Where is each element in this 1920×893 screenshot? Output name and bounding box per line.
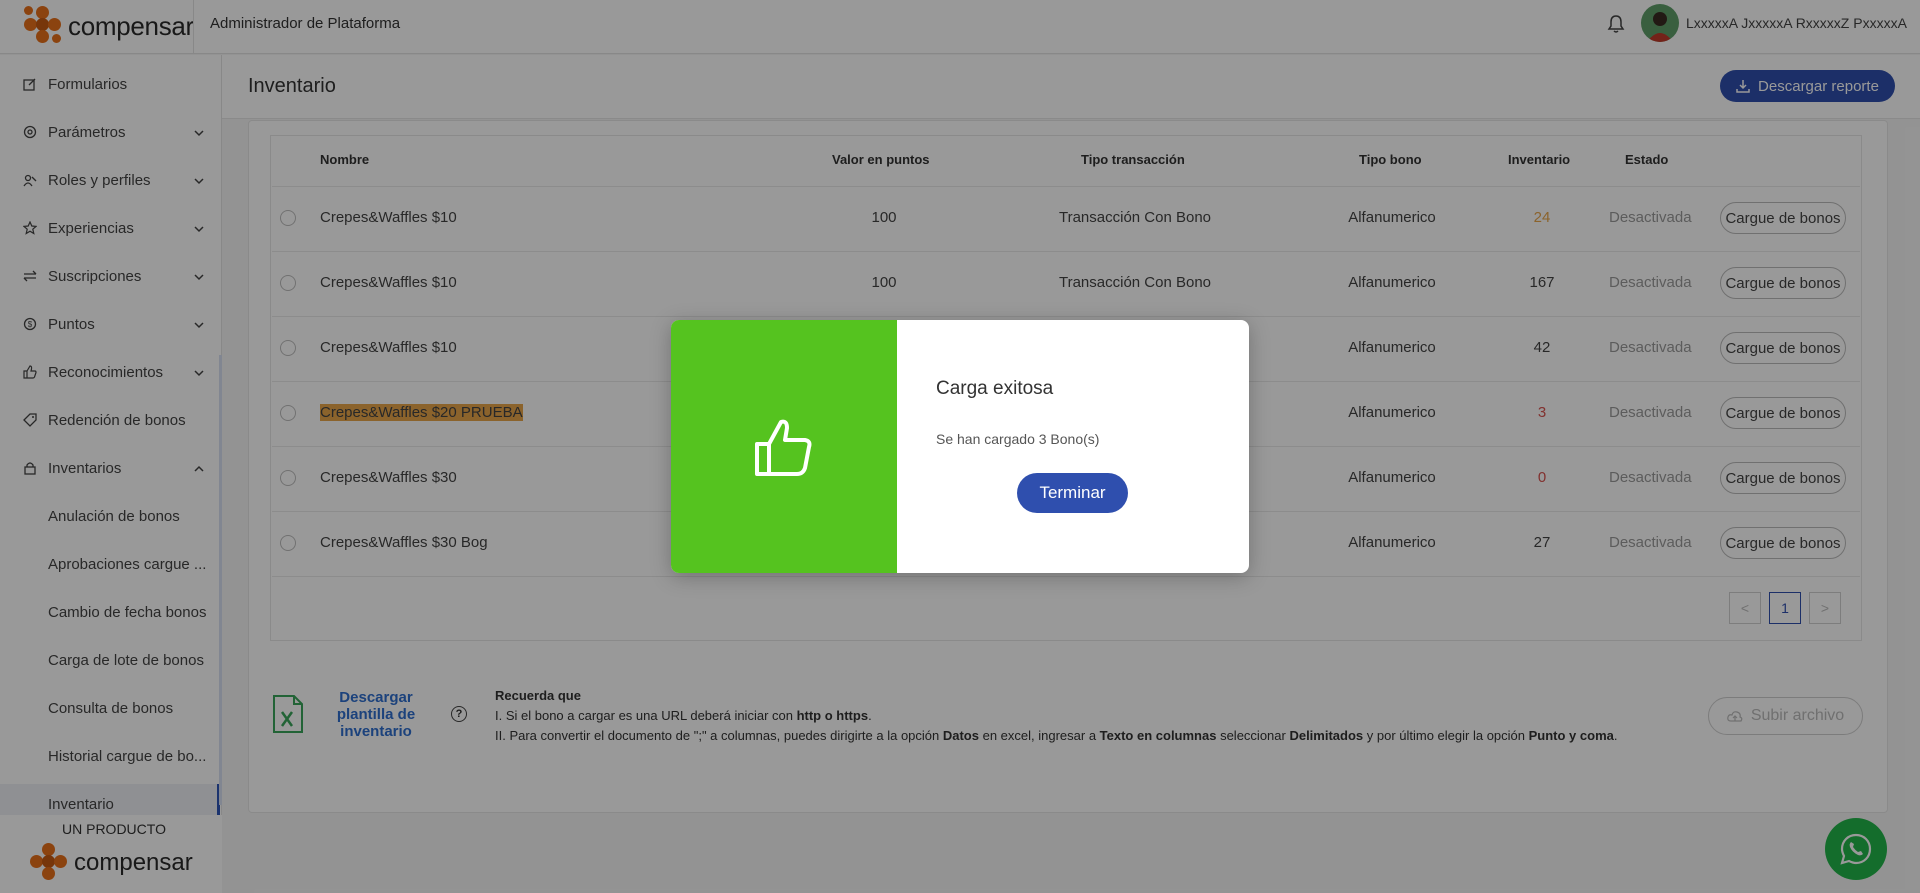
success-modal: Carga exitosa Se han cargado 3 Bono(s) T… [671,320,1249,573]
modal-message: Se han cargado 3 Bono(s) [936,431,1100,447]
modal-title: Carga exitosa [936,378,1054,399]
thumbs-up-icon [755,419,812,476]
modal-illustration [671,320,897,573]
terminar-button[interactable]: Terminar [1017,473,1128,513]
